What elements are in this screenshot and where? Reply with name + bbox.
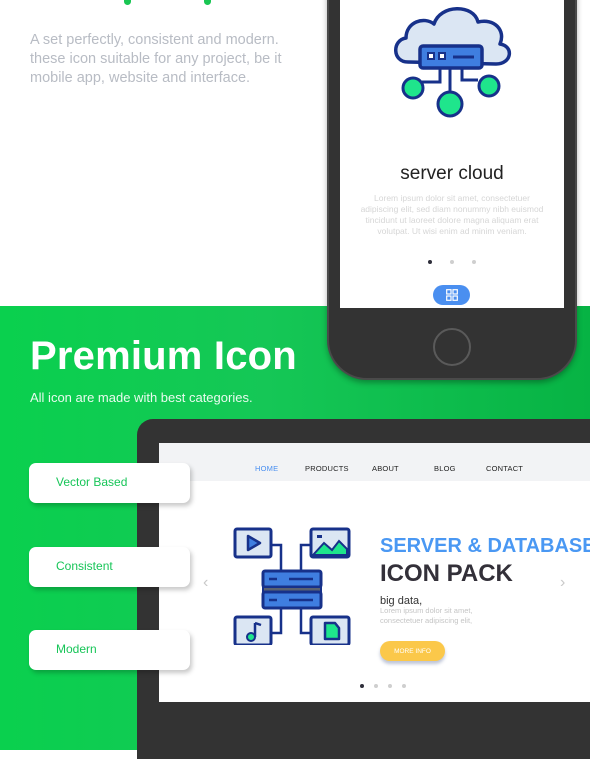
cut-off-title-fragment	[124, 0, 131, 5]
hero-title: Premium Icon	[30, 334, 297, 378]
laptop-mockup: HOME PRODUCTS ABOUT BLOG CONTACT ‹ › SER…	[137, 419, 590, 759]
feature-card-consistent: Consistent	[29, 547, 190, 587]
big-data-server-icon	[233, 527, 351, 645]
more-info-button[interactable]: MORE INFO	[380, 641, 445, 661]
feature-card-vector-based: Vector Based	[29, 463, 190, 503]
hero-subtitle: All icon are made with best categories.	[30, 390, 253, 405]
feature-label: Modern	[56, 642, 97, 656]
phone-home-button[interactable]	[433, 328, 471, 366]
intro-text: A set perfectly, consistent and modern. …	[30, 32, 282, 86]
pack-description: Lorem ipsum dolor sit amet, consectetuer…	[380, 606, 473, 625]
pack-title-line1: SERVER & DATABASE	[380, 535, 590, 557]
feature-label: Vector Based	[56, 475, 128, 489]
website-pagination	[159, 684, 590, 688]
icon-description: Lorem ipsum dolor sit amet, consectetuer…	[360, 193, 544, 236]
chevron-left-icon[interactable]: ‹	[203, 574, 208, 592]
icon-name-label: server cloud	[400, 163, 504, 184]
cut-off-title-fragment	[204, 0, 211, 5]
pagination-dot-3[interactable]	[472, 260, 476, 264]
server-cloud-icon	[394, 7, 511, 118]
phone-screen: server cloud Lorem ipsum dolor sit amet,…	[340, 0, 564, 308]
pack-title-line2: ICON PACK	[380, 560, 513, 587]
nav-home[interactable]: HOME	[255, 464, 278, 473]
pagination-dot-2[interactable]	[450, 260, 454, 264]
grid-menu-button[interactable]	[433, 285, 470, 305]
pagination-dot-2[interactable]	[374, 684, 378, 688]
phone-pagination	[340, 260, 564, 264]
nav-blog[interactable]: BLOG	[434, 464, 456, 473]
nav-products[interactable]: PRODUCTS	[305, 464, 349, 473]
grid-icon	[445, 289, 458, 301]
phone-mockup: server cloud Lorem ipsum dolor sit amet,…	[327, 0, 577, 380]
pagination-dot-1[interactable]	[428, 260, 432, 264]
feature-label: Consistent	[56, 559, 113, 573]
feature-card-modern: Modern	[29, 630, 190, 670]
website-navbar: HOME PRODUCTS ABOUT BLOG CONTACT	[159, 443, 590, 481]
chevron-right-icon[interactable]: ›	[560, 574, 565, 592]
pagination-dot-1[interactable]	[360, 684, 364, 688]
nav-about[interactable]: ABOUT	[372, 464, 399, 473]
pagination-dot-3[interactable]	[388, 684, 392, 688]
website-screen: HOME PRODUCTS ABOUT BLOG CONTACT ‹ › SER…	[159, 443, 590, 702]
pagination-dot-4[interactable]	[402, 684, 406, 688]
nav-contact[interactable]: CONTACT	[486, 464, 523, 473]
